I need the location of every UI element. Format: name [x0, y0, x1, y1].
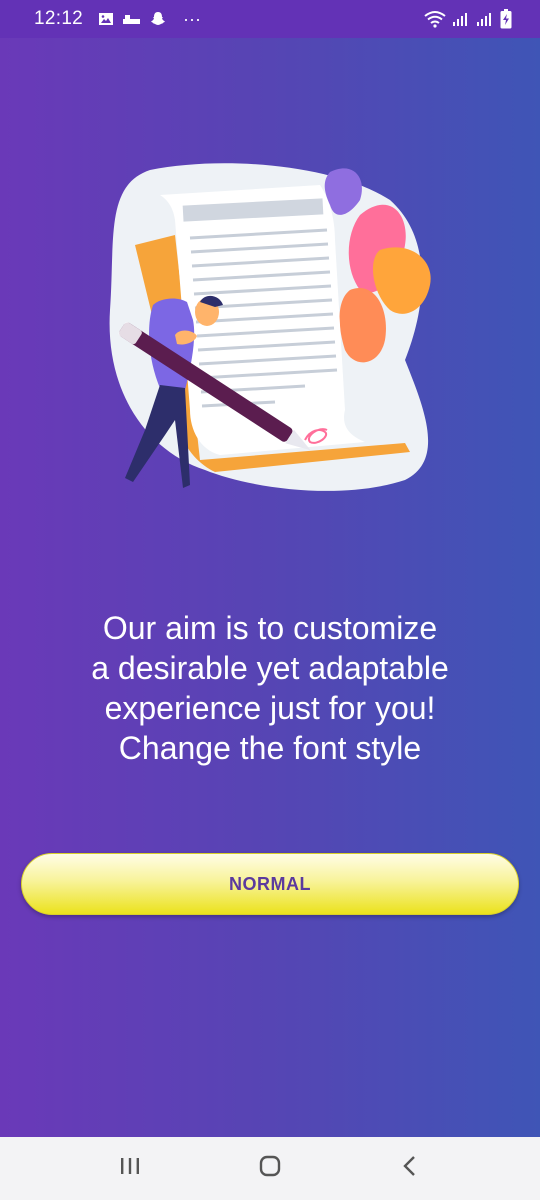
home-button[interactable]: [240, 1144, 300, 1194]
writing-contract-illustration: [105, 160, 440, 500]
recent-apps-button[interactable]: [100, 1144, 160, 1194]
recent-apps-icon: [119, 1156, 141, 1181]
font-style-button[interactable]: NORMAL: [21, 853, 519, 915]
sim-icon: [123, 13, 141, 25]
wifi-icon: [424, 10, 446, 28]
back-button[interactable]: [380, 1144, 440, 1194]
headline-text: Our aim is to customize a desirable yet …: [91, 610, 449, 766]
snapchat-icon: [150, 11, 166, 27]
status-time: 12:12: [34, 8, 84, 29]
image-icon: [98, 11, 114, 27]
more-dots-icon: ···: [183, 8, 202, 29]
status-right: [424, 9, 512, 29]
navigation-bar: [0, 1137, 540, 1200]
back-icon: [402, 1155, 418, 1182]
font-style-button-label: NORMAL: [229, 873, 311, 894]
home-icon: [258, 1154, 282, 1183]
signal-icon-2: [476, 11, 494, 27]
signal-icon: [452, 11, 470, 27]
status-bar: 12:12 ···: [0, 0, 540, 38]
status-left: 12:12 ···: [34, 8, 201, 30]
battery-charging-icon: [500, 9, 512, 29]
